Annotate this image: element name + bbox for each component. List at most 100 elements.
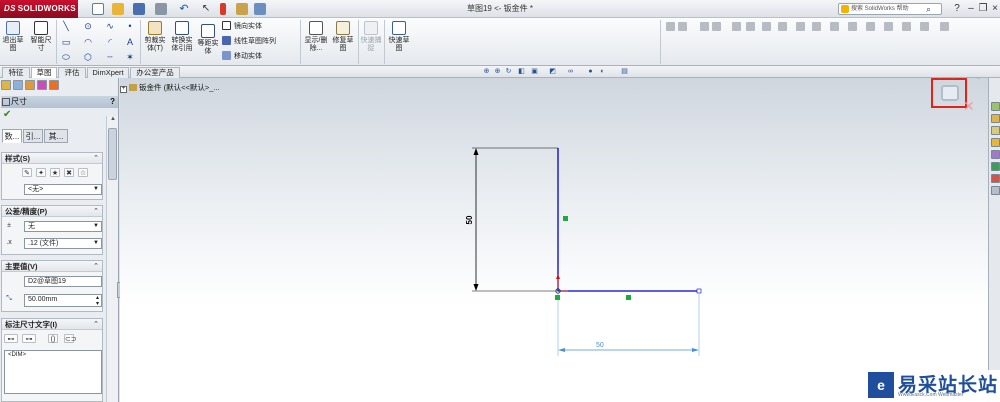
ribbon-tool-icon[interactable]	[778, 22, 787, 31]
rectangle-tool-icon[interactable]: ▭	[60, 37, 72, 47]
file-explorer-icon[interactable]	[991, 126, 1000, 135]
add-parentheses-icon[interactable]: ()	[48, 334, 58, 343]
ribbon-tool-icon[interactable]	[712, 22, 721, 31]
horizontal-relation-marker[interactable]	[626, 295, 631, 300]
tab-office-products[interactable]: 办公室产品	[130, 67, 180, 78]
scroll-thumb[interactable]	[108, 128, 117, 180]
load-style-icon[interactable]: ☆	[78, 168, 88, 177]
delete-style-icon[interactable]: ✖	[64, 168, 74, 177]
smart-dimension-button[interactable]: 智能尺寸	[28, 21, 54, 53]
design-library-icon[interactable]	[991, 114, 1000, 123]
sketch-fillet-small-icon[interactable]	[666, 22, 675, 31]
ribbon-tool-icon[interactable]	[812, 22, 821, 31]
coincident-relation-marker[interactable]	[555, 295, 560, 300]
section-view-icon[interactable]: ◧	[517, 67, 526, 76]
ribbon-tool-icon[interactable]	[830, 22, 839, 31]
sketch-canvas[interactable]: 50 50	[120, 78, 988, 402]
ribbon-tool-icon[interactable]	[746, 22, 755, 31]
trim-entities-button[interactable]: 剪裁实体(T)	[143, 21, 167, 53]
collapse-chevron-icon[interactable]: ⌃	[93, 319, 99, 330]
collapse-chevron-icon[interactable]: ⌃	[93, 206, 99, 217]
display-delete-relations-button[interactable]: 显示/删除...	[304, 21, 328, 53]
convert-entities-button[interactable]: 转换实体引用	[169, 21, 195, 53]
view-settings-icon[interactable]: ▤	[620, 67, 629, 76]
tab-sketch[interactable]: 草图	[31, 67, 57, 78]
hide-show-items-icon[interactable]: ∞	[566, 67, 575, 76]
chamfer-small-icon[interactable]	[678, 22, 687, 31]
appearances-scenes-icon[interactable]	[991, 162, 1000, 171]
precision-select[interactable]: .12 (文件) ▼	[24, 238, 102, 249]
collapse-chevron-icon[interactable]: ⌃	[93, 153, 99, 164]
panel-scrollbar[interactable]: ▲	[106, 116, 118, 402]
tab-value[interactable]: 数...	[2, 129, 22, 143]
viewport-restore-icon[interactable]: ▫	[965, 78, 968, 82]
graphics-area[interactable]: +钣金件 (默认<<默认>_... 50 50 ✕ ▫ ▫ ▫ ▫	[120, 78, 988, 402]
tab-features[interactable]: 特征	[2, 67, 30, 78]
display-style-icon[interactable]: ◩	[548, 67, 557, 76]
point-tool-icon[interactable]: •	[124, 21, 136, 31]
solidworks-resources-icon[interactable]	[991, 102, 1000, 111]
tab-evaluate[interactable]: 评估	[58, 67, 86, 78]
property-manager-tab-icon[interactable]	[13, 80, 23, 90]
centerline-tool-icon[interactable]: ┄	[104, 52, 116, 62]
tab-other[interactable]: 其...	[44, 129, 68, 143]
scroll-up-icon[interactable]: ▲	[107, 116, 119, 126]
justify-center-icon[interactable]: ⊶	[22, 334, 36, 343]
ribbon-tool-icon[interactable]	[940, 22, 949, 31]
dimension-name-field[interactable]: D2@草图19	[24, 276, 102, 287]
style-select[interactable]: <无> ▼	[24, 184, 102, 195]
slot-tool-icon[interactable]: ⬭	[60, 52, 72, 62]
ribbon-tool-icon[interactable]	[902, 22, 911, 31]
solidworks-forum-icon[interactable]	[991, 186, 1000, 195]
ribbon-tool-icon[interactable]	[866, 22, 875, 31]
override-value-icon[interactable]: ⤡	[4, 294, 14, 303]
vertical-relation-marker[interactable]	[563, 216, 568, 221]
zoom-to-fit-icon[interactable]: ⊕	[482, 67, 491, 76]
search-results-icon[interactable]	[991, 138, 1000, 147]
display-manager-tab-icon[interactable]	[49, 80, 59, 90]
circle-tool-icon[interactable]: ⊙	[82, 21, 94, 31]
collapse-chevron-icon[interactable]: ⌃	[93, 261, 99, 272]
update-style-icon[interactable]: ✦	[36, 168, 46, 177]
zoom-area-icon[interactable]: ⊕	[493, 67, 502, 76]
offset-entities-button[interactable]: 等距实体	[197, 24, 219, 56]
cancel-x-icon[interactable]: ✕	[963, 98, 975, 115]
ribbon-tool-icon[interactable]	[762, 22, 771, 31]
sketch-fillet-icon[interactable]: ◜	[104, 37, 116, 47]
line-tool-icon[interactable]: ╲	[60, 21, 72, 31]
dimxpert-manager-tab-icon[interactable]	[37, 80, 47, 90]
justify-left-icon[interactable]: ⊷	[4, 334, 18, 343]
configuration-manager-tab-icon[interactable]	[25, 80, 35, 90]
repair-sketch-button[interactable]: 修复草图	[331, 21, 355, 53]
dimension-text-group-header[interactable]: 标注尺寸文字(I) ⌃	[2, 319, 102, 330]
dimension-value-field[interactable]: 50.00mm ▴ ▾	[24, 294, 102, 307]
help-button[interactable]: ?	[110, 96, 115, 108]
ribbon-tool-icon[interactable]	[732, 22, 741, 31]
move-entities-button[interactable]: 移动实体	[222, 51, 262, 62]
previous-view-icon[interactable]: ↻	[504, 67, 513, 76]
help-icon[interactable]: ?	[950, 2, 964, 15]
style-group-header[interactable]: 样式(S) ⌃	[2, 153, 102, 164]
exit-sketch-button[interactable]: 退出草图	[2, 21, 24, 53]
quick-snaps-button[interactable]: 快速捕捉	[360, 21, 382, 53]
rapid-sketch-button[interactable]: 快速草图	[387, 21, 411, 53]
polygon-tool-icon[interactable]: ⬡	[82, 52, 94, 62]
inspection-dimension-icon[interactable]: ⊂⊃	[64, 334, 77, 343]
ribbon-tool-icon[interactable]	[884, 22, 893, 31]
spline-tool-icon[interactable]: ∿	[104, 21, 116, 31]
primary-value-group-header[interactable]: 主要值(V) ⌃	[2, 261, 102, 272]
exit-sketch-confirm-icon[interactable]	[941, 85, 959, 101]
custom-properties-icon[interactable]	[991, 174, 1000, 183]
ribbon-tool-icon[interactable]	[796, 22, 805, 31]
linear-pattern-button[interactable]: 线性草图阵列	[222, 36, 276, 47]
search-icon[interactable]: ⌕	[926, 4, 931, 15]
horizontal-dimension-text[interactable]: 50	[596, 342, 604, 349]
sketch-point-icon[interactable]: ✶	[124, 52, 136, 62]
feature-manager-tab-icon[interactable]	[1, 80, 11, 90]
scene-icon[interactable]: ◐	[598, 67, 607, 76]
tab-dimxpert[interactable]: DimXpert	[87, 67, 129, 78]
sketch-endpoint[interactable]	[696, 288, 702, 294]
text-tool-icon[interactable]: A	[124, 37, 136, 47]
dimension-text-area[interactable]: <DIM>	[4, 350, 102, 394]
tolerance-select[interactable]: 无 ▼	[24, 221, 102, 232]
